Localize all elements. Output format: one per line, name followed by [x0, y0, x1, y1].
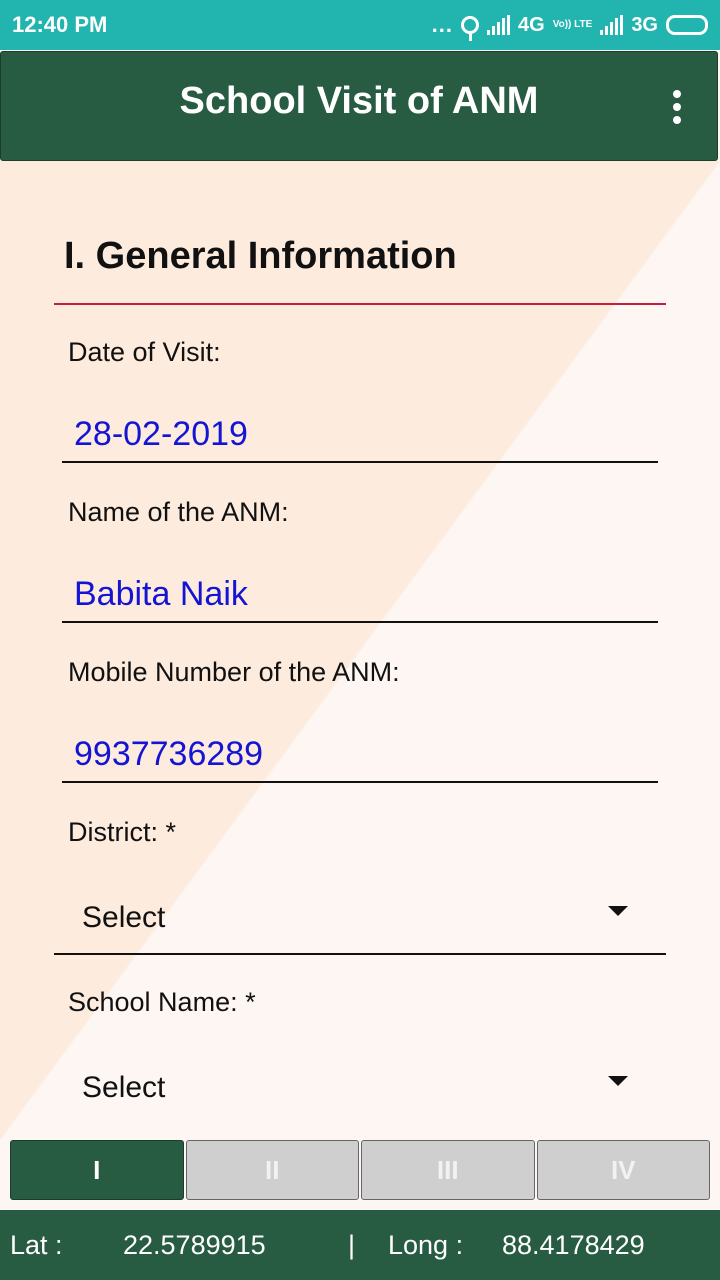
district-label: District: *: [68, 817, 176, 847]
school-name-select[interactable]: Select: [82, 1071, 165, 1105]
app-title: School Visit of ANM: [179, 80, 539, 122]
signal-icon-2: [600, 15, 624, 35]
anm-name-field[interactable]: Babita Naik: [74, 575, 248, 614]
hotspot-icon: [461, 16, 479, 41]
anm-name-underline: [62, 621, 658, 623]
school-name-label: School Name: *: [68, 987, 256, 1017]
anm-mobile-field[interactable]: 9937736289: [74, 735, 263, 774]
app-bar: School Visit of ANM: [0, 51, 718, 161]
section-divider: [54, 303, 666, 305]
lat-value: 22.5789915: [123, 1230, 266, 1260]
district-select[interactable]: Select: [82, 901, 165, 935]
network-type-2: 3G: [631, 13, 658, 36]
date-of-visit-field[interactable]: 28-02-2019: [74, 415, 248, 454]
anm-mobile-label: Mobile Number of the ANM:: [68, 657, 400, 687]
location-footer: Lat : 22.5789915 | Long : 88.4178429: [0, 1210, 720, 1280]
date-of-visit-label: Date of Visit:: [68, 337, 221, 367]
lat-label: Lat :: [10, 1230, 63, 1260]
form-content[interactable]: I. General Information Date of Visit: 28…: [0, 161, 720, 1140]
date-of-visit-underline: [62, 461, 658, 463]
tab-section-1[interactable]: I: [10, 1140, 184, 1200]
long-label: Long :: [388, 1230, 464, 1260]
network-type-1: 4G: [518, 13, 545, 36]
volte-icon: Vo)) LTE: [552, 19, 593, 30]
chevron-down-icon[interactable]: [608, 1076, 628, 1086]
footer-separator: |: [348, 1230, 356, 1260]
battery-icon: [666, 15, 708, 35]
anm-name-label: Name of the ANM:: [68, 497, 289, 527]
anm-mobile-underline: [62, 781, 658, 783]
tab-section-4[interactable]: IV: [536, 1140, 710, 1200]
chevron-down-icon[interactable]: [608, 906, 628, 916]
more-notifications-icon: ...: [431, 12, 453, 37]
section-title: I. General Information: [64, 235, 457, 277]
more-vert-icon[interactable]: [673, 90, 681, 124]
section-tabs: I II III IV: [10, 1140, 710, 1200]
long-value: 88.4178429: [502, 1230, 645, 1260]
tab-section-2[interactable]: II: [185, 1140, 359, 1200]
tab-section-3[interactable]: III: [361, 1140, 535, 1200]
status-icons: ... 4G Vo)) LTE 3G: [431, 10, 708, 41]
district-select-underline: [54, 953, 666, 955]
signal-icon: [487, 15, 510, 35]
status-bar: 12:40 PM ... 4G Vo)) LTE 3G: [0, 0, 720, 50]
status-time: 12:40 PM: [12, 12, 108, 37]
